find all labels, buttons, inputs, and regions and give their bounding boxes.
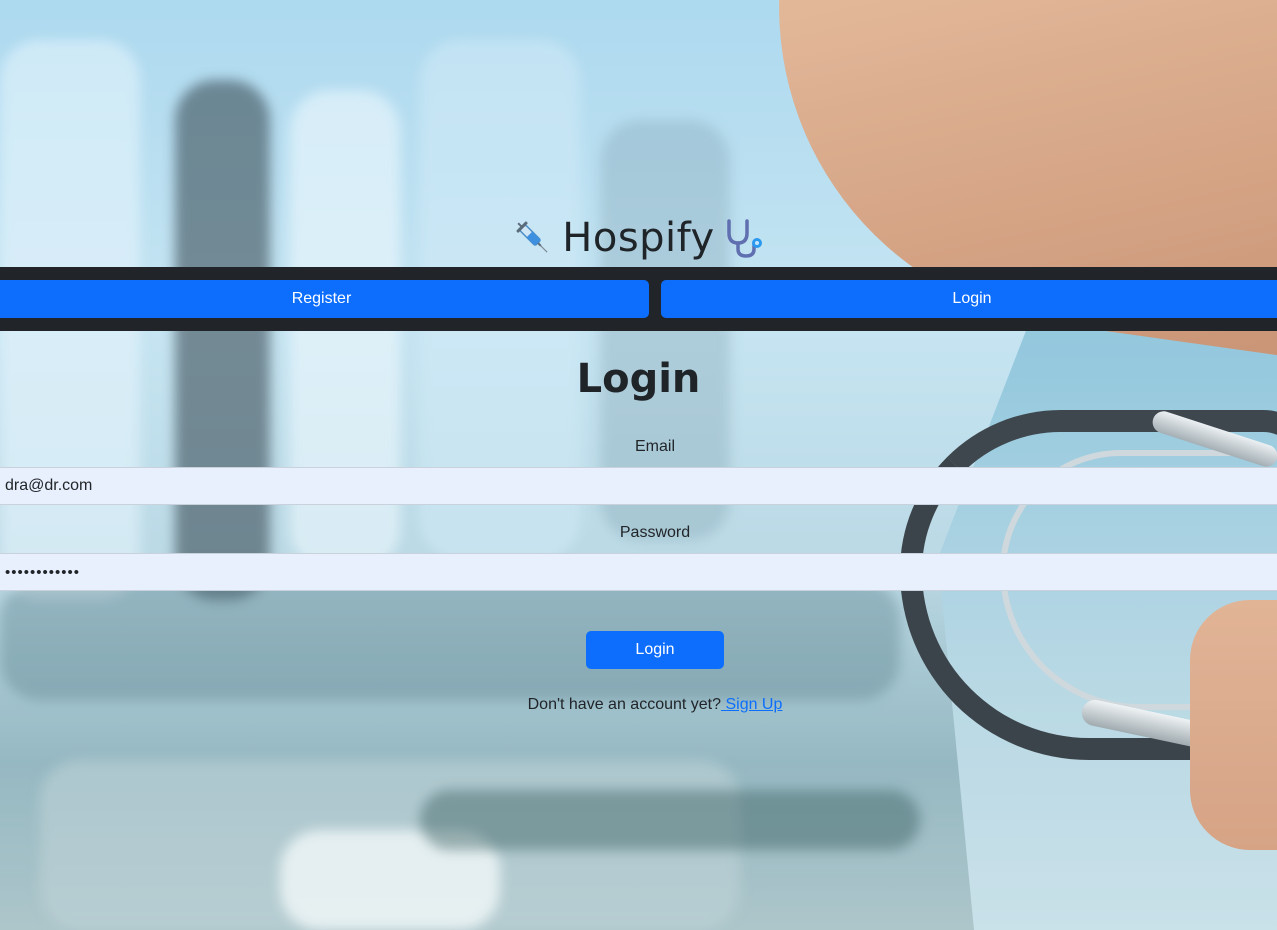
email-label: Email (634, 438, 675, 455)
signup-prompt-text: Don't have an account yet? (527, 696, 722, 713)
login-nav-button[interactable]: Login (661, 280, 1277, 318)
top-navbar: Register Login (0, 267, 1277, 331)
login-submit-button[interactable]: Login (586, 631, 724, 669)
signup-prompt-row: Don't have an account yet? Sign Up (0, 696, 1277, 714)
register-nav-button[interactable]: Register (0, 280, 649, 318)
password-field[interactable]: •••••••••••• (0, 553, 1277, 591)
password-label: Password (619, 524, 691, 541)
page-title: Login (576, 356, 701, 402)
brand-header: Hospify (0, 212, 1277, 264)
email-field[interactable]: dra@dr.com (0, 467, 1277, 505)
stethoscope-icon (723, 217, 765, 259)
background-image (0, 0, 1277, 930)
app-title: Hospify (562, 215, 715, 261)
syringe-icon (512, 217, 554, 259)
signup-link[interactable]: Sign Up (721, 696, 782, 713)
